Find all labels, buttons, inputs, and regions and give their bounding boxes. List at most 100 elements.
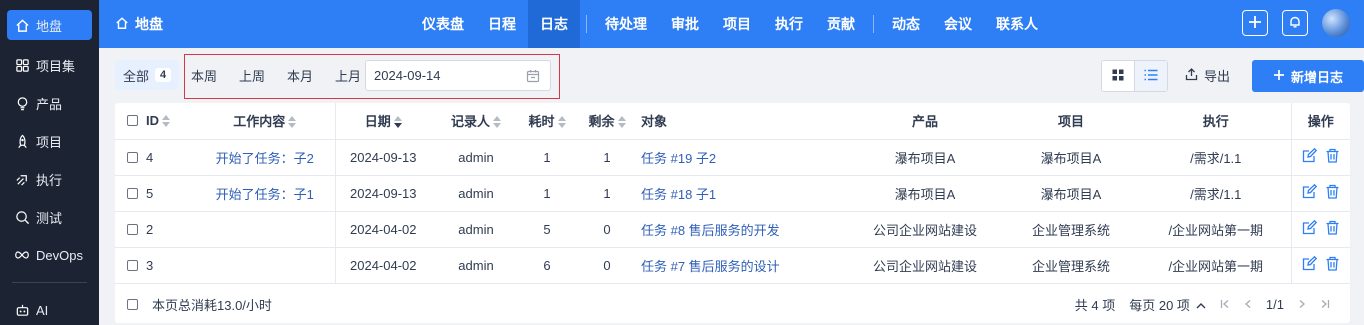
cell-content[interactable]: 开始了任务：子2 [195,139,336,175]
cell-object[interactable]: 任务 #8 售后服务的开发 [641,211,849,247]
cell-product: 公司企业网站建设 [872,258,977,274]
next-page-icon[interactable] [1298,297,1306,312]
nav-calendar[interactable]: 日程 [476,0,528,48]
range-last-week[interactable]: 上周 [239,66,275,85]
select-all-checkbox[interactable] [127,115,138,127]
cell-object[interactable]: 任务 #19 子2 [641,139,849,175]
nav-meeting[interactable]: 会议 [932,0,984,48]
tab-all-label: 全部 [123,68,150,84]
rocket-icon [14,133,30,149]
cell-content[interactable] [195,211,336,247]
sidebar-item-product[interactable]: 产品 [0,84,99,122]
page-indicator: 1/1 [1265,296,1284,312]
edit-icon[interactable] [1302,183,1317,202]
header-recorder[interactable]: 记录人 [431,103,521,139]
header-content[interactable]: 工作内容 [195,103,336,139]
avatar[interactable] [1322,9,1350,37]
grid-icon [14,57,30,73]
cell-execution: /需求/1.1 [1190,150,1242,166]
sidebar-item-label: 项目集 [36,58,76,74]
header-date[interactable]: 日期 [335,103,431,139]
cell-object[interactable]: 任务 #18 子1 [641,175,849,211]
grid-view-icon [1112,69,1124,84]
edit-icon[interactable] [1302,147,1317,166]
sidebar-item-project[interactable]: 项目 [0,122,99,160]
nav-dashboard[interactable]: 仪表盘 [410,0,476,48]
cell-content[interactable]: 开始了任务：子1 [195,175,336,211]
last-page-icon[interactable] [1320,297,1330,312]
row-checkbox[interactable] [127,223,138,235]
cell-recorder: admin [458,185,494,201]
range-this-week[interactable]: 本周 [191,66,227,85]
sidebar-item-program[interactable]: 项目集 [0,46,99,84]
footer-select-all-checkbox[interactable] [127,298,138,310]
effort-table: ID 工作内容 日期 记录人 耗时 剩余 对象 产品 项目 执行 操作 4 开始… [115,103,1350,284]
sidebar-item-label: 地盘 [36,18,63,34]
cell-left: 0 [603,257,611,273]
nav-contribute[interactable]: 贡献 [815,0,867,48]
view-switcher [1101,60,1168,92]
card-view-button[interactable] [1102,61,1134,91]
nav-divider [586,15,587,33]
cell-id: 4 [115,139,195,175]
sidebar-item-execution[interactable]: 执行 [0,160,99,198]
table-row: 2 2024-04-02 admin 5 0 任务 #8 售后服务的开发 公司企… [115,211,1350,247]
list-view-button[interactable] [1134,61,1167,91]
delete-icon[interactable] [1325,256,1340,274]
header-left[interactable]: 剩余 [573,103,641,139]
nav-execution[interactable]: 执行 [763,0,815,48]
sidebar-item-test[interactable]: 测试 [0,198,99,236]
per-page-select[interactable]: 每页 20 项 [1129,295,1206,314]
export-button[interactable]: 导出 [1185,66,1230,85]
header-product: 产品 [911,114,938,130]
prev-page-icon[interactable] [1244,297,1252,312]
run-icon [14,171,30,187]
cell-left: 1 [603,149,611,165]
edit-icon[interactable] [1302,255,1317,274]
sidebar-divider [12,282,87,283]
cell-object[interactable]: 任务 #7 售后服务的设计 [641,247,849,283]
sidebar-item-home[interactable]: 地盘 [7,10,92,40]
add-effort-button[interactable]: 新增日志 [1252,60,1364,92]
notification-button[interactable] [1282,10,1308,36]
sidebar-item-ai[interactable]: AI [0,291,99,325]
sidebar-item-devops[interactable]: DevOps [0,236,99,274]
nav-approval[interactable]: 审批 [659,0,711,48]
sort-desc-icon [393,116,402,129]
nav-effort[interactable]: 日志 [528,0,580,48]
cell-product: 公司企业网站建设 [872,222,977,238]
table-header-row: ID 工作内容 日期 记录人 耗时 剩余 对象 产品 项目 执行 操作 [115,103,1350,139]
header-consumed[interactable]: 耗时 [521,103,573,139]
range-this-month[interactable]: 本月 [287,66,323,85]
consumed-summary: 本页总消耗13.0/小时 [152,297,272,313]
row-checkbox[interactable] [127,259,138,271]
breadcrumb[interactable]: 地盘 [99,14,163,34]
row-checkbox[interactable] [127,151,138,163]
table-row: 5 开始了任务：子1 2024-09-13 admin 1 1 任务 #18 子… [115,175,1350,211]
first-page-icon[interactable] [1220,297,1230,312]
plus-icon [1273,69,1285,84]
nav-dynamic[interactable]: 动态 [880,0,932,48]
nav-project[interactable]: 项目 [711,0,763,48]
total-count: 共 4 项 [1074,297,1116,313]
sort-icon [493,116,501,129]
cell-actions [1290,211,1350,247]
header-id[interactable]: ID [115,103,195,139]
add-effort-label: 新增日志 [1290,69,1343,85]
nav-todo[interactable]: 待处理 [593,0,659,48]
nav-contacts[interactable]: 联系人 [984,0,1050,48]
sidebar-item-label: 项目 [36,134,63,150]
cell-date: 2024-09-13 [350,149,417,165]
sidebar-item-label: 测试 [36,210,63,226]
edit-icon[interactable] [1302,219,1317,238]
delete-icon[interactable] [1325,220,1340,238]
delete-icon[interactable] [1325,184,1340,202]
list-view-icon [1144,69,1158,84]
row-checkbox[interactable] [127,187,138,199]
tab-all[interactable]: 全部 4 [115,60,180,90]
date-input[interactable]: 2024-09-14 [365,60,551,91]
delete-icon[interactable] [1325,148,1340,166]
cell-content[interactable] [195,247,336,283]
calendar-icon[interactable] [526,69,540,86]
create-button[interactable] [1242,10,1268,36]
